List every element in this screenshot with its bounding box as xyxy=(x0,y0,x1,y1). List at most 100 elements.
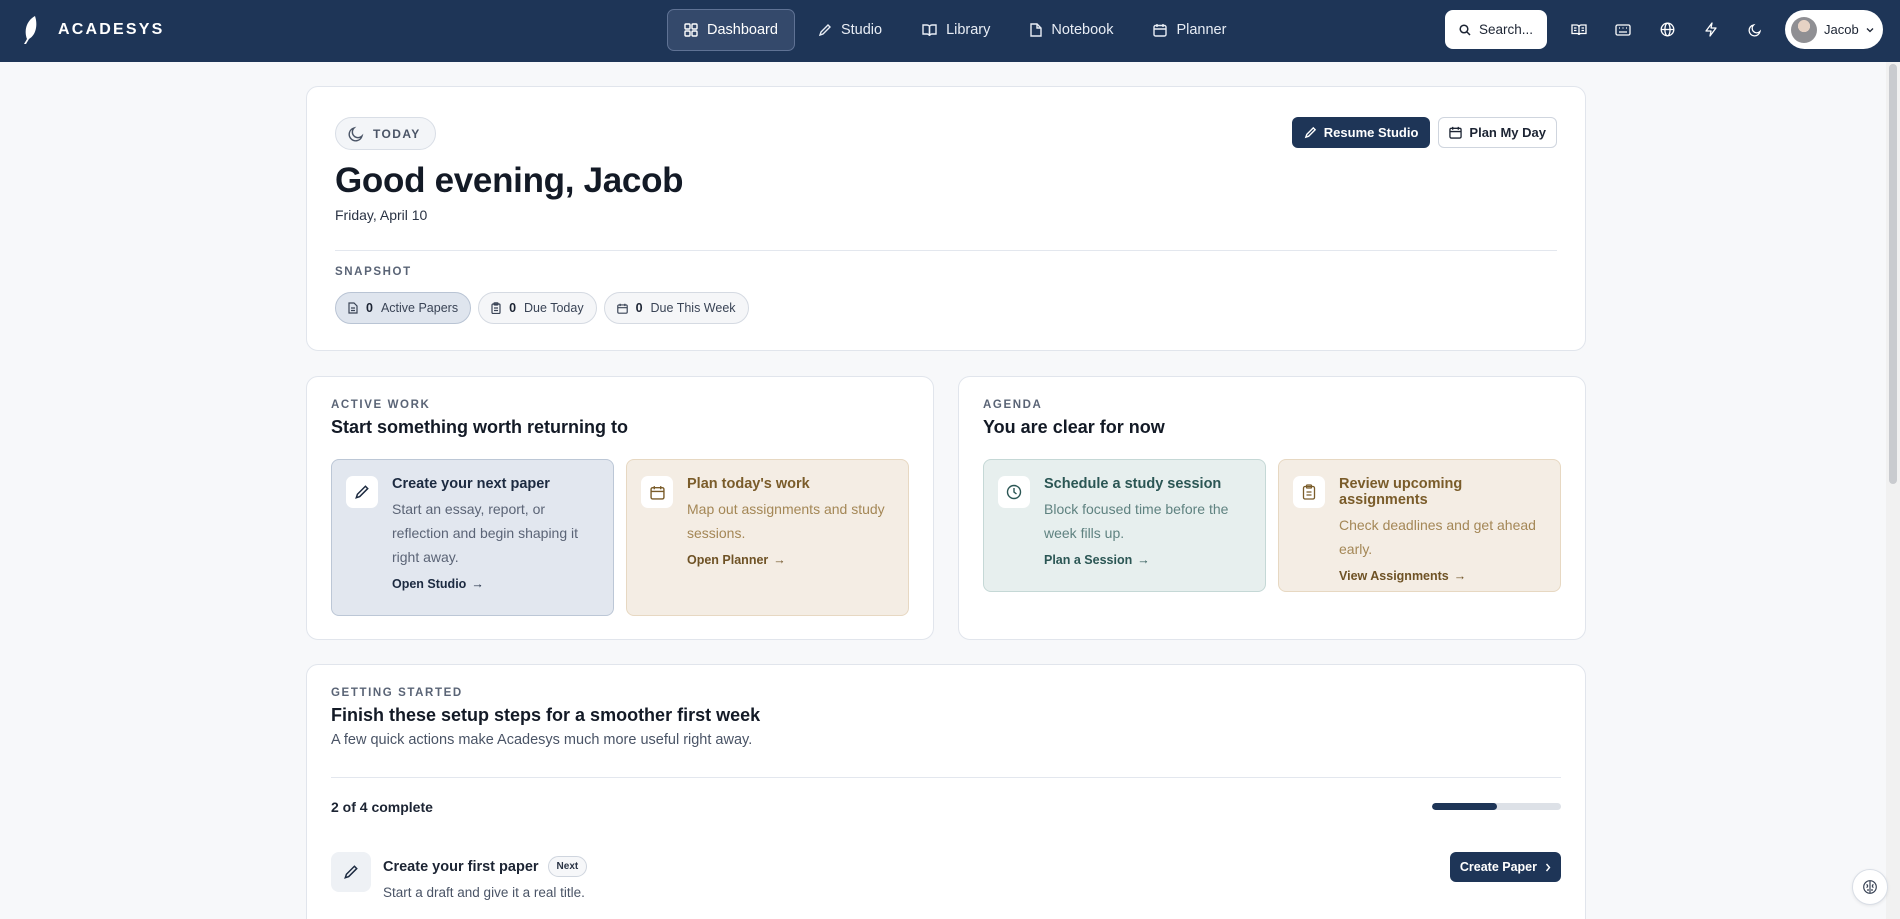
search-button[interactable]: Search... xyxy=(1445,10,1547,49)
clock-icon xyxy=(1006,484,1022,500)
section-title: You are clear for now xyxy=(983,417,1165,437)
avatar xyxy=(1791,16,1817,43)
plan-my-day-button[interactable]: Plan My Day xyxy=(1438,117,1557,148)
quill-logo-icon xyxy=(24,16,37,44)
chip-due-today[interactable]: 0 Due Today xyxy=(478,292,597,324)
progress-text: 2 of 4 complete xyxy=(331,799,433,815)
view-assignments-link[interactable]: View Assignments → xyxy=(1339,569,1544,583)
plan-work-tile[interactable]: Plan today's work Map out assignments an… xyxy=(626,459,909,616)
document-icon xyxy=(348,302,358,314)
open-book-icon xyxy=(1571,23,1587,35)
theme-toggle-button[interactable] xyxy=(1733,10,1777,49)
pen-icon xyxy=(355,485,369,499)
resume-studio-button[interactable]: Resume Studio xyxy=(1291,117,1431,148)
tab-planner[interactable]: Planner xyxy=(1136,9,1243,51)
book-icon xyxy=(922,24,937,37)
open-studio-link[interactable]: Open Studio → xyxy=(392,577,597,591)
create-paper-tile[interactable]: Create your next paper Start an essay, r… xyxy=(331,459,614,616)
open-planner-link[interactable]: Open Planner → xyxy=(687,553,892,567)
hero-actions: Resume Studio Plan My Day xyxy=(1291,117,1557,148)
user-menu[interactable]: Jacob xyxy=(1785,10,1883,49)
next-badge: Next xyxy=(547,856,588,877)
reader-button[interactable] xyxy=(1557,10,1601,49)
create-paper-button[interactable]: Create Paper xyxy=(1449,852,1561,882)
progress-fill xyxy=(1432,803,1497,810)
section-title: Finish these setup steps for a smoother … xyxy=(331,705,761,725)
chip-due-this-week[interactable]: 0 Due This Week xyxy=(603,292,749,324)
section-eyebrow: GETTING STARTED xyxy=(331,687,463,699)
tile-description: Check deadlines and get ahead early. xyxy=(1339,517,1536,557)
tab-label: Dashboard xyxy=(707,22,778,38)
help-button[interactable] xyxy=(1852,869,1888,905)
section-eyebrow: AGENDA xyxy=(983,399,1043,411)
greeting-card: TODAY Good evening, Jacob Friday, April … xyxy=(306,86,1586,351)
search-label: Search... xyxy=(1478,22,1534,37)
calendar-icon xyxy=(649,485,665,500)
section-subtitle: A few quick actions make Acadesys much m… xyxy=(331,732,753,748)
arrow-right-icon: → xyxy=(1453,569,1467,583)
section-title: Start something worth returning to xyxy=(331,417,628,437)
keyboard-button[interactable] xyxy=(1601,10,1645,49)
calendar-icon xyxy=(1449,126,1463,139)
review-assignments-tile[interactable]: Review upcoming assignments Check deadli… xyxy=(1278,459,1561,592)
step-title-text: Create your first paper xyxy=(383,858,539,875)
tab-label: Library xyxy=(946,22,991,38)
chip-count: 0 xyxy=(635,301,643,315)
page-scrollbar[interactable] xyxy=(1886,62,1900,919)
quick-actions-button[interactable] xyxy=(1689,10,1733,49)
chip-label: Active Papers xyxy=(380,301,459,315)
tab-library[interactable]: Library xyxy=(905,9,1007,51)
step-description: Start a draft and give it a real title. xyxy=(383,885,585,900)
resume-studio-label: Resume Studio xyxy=(1323,125,1419,140)
tab-label: Planner xyxy=(1176,22,1227,38)
today-pill: TODAY xyxy=(335,117,436,150)
arrow-right-icon: → xyxy=(1137,553,1150,567)
agenda-card: AGENDA You are clear for now Schedule a … xyxy=(958,376,1586,640)
chip-count: 0 xyxy=(366,301,373,315)
divider xyxy=(331,777,1561,778)
tile-description: Start an essay, report, or reflection an… xyxy=(392,501,579,565)
scrollbar-thumb[interactable] xyxy=(1889,64,1897,484)
tile-icon xyxy=(641,476,673,508)
tile-icon xyxy=(346,476,378,508)
active-work-card: ACTIVE WORK Start something worth return… xyxy=(306,376,934,640)
globe-icon xyxy=(1660,22,1674,37)
tile-icon xyxy=(998,476,1030,508)
file-icon xyxy=(1030,23,1043,37)
main-tabs: Dashboard Studio Library Notebook Planne… xyxy=(667,9,1243,51)
user-name: Jacob xyxy=(1824,22,1859,37)
plan-session-link[interactable]: Plan a Session → xyxy=(1044,553,1249,567)
tile-icon xyxy=(1293,476,1325,508)
link-label: Open Planner xyxy=(687,553,769,567)
tab-label: Notebook xyxy=(1051,22,1114,38)
language-button[interactable] xyxy=(1645,10,1689,49)
schedule-session-tile[interactable]: Schedule a study session Block focused t… xyxy=(983,459,1266,592)
tile-description: Map out assignments and study sessions. xyxy=(687,501,885,541)
pen-icon xyxy=(818,24,831,37)
calendar-icon xyxy=(616,303,628,314)
tile-title: Schedule a study session xyxy=(1044,476,1222,492)
arrow-right-icon: → xyxy=(773,553,786,567)
tile-title: Plan today's work xyxy=(687,476,810,492)
chip-count: 0 xyxy=(509,301,517,315)
pen-icon xyxy=(1304,126,1316,139)
tab-dashboard[interactable]: Dashboard xyxy=(667,9,795,51)
brand[interactable]: ACADESYS xyxy=(20,15,165,45)
brand-name: ACADESYS xyxy=(58,21,165,38)
today-label: TODAY xyxy=(373,126,421,141)
tab-studio[interactable]: Studio xyxy=(801,9,899,51)
brain-icon xyxy=(1863,880,1877,894)
top-nav: ACADESYS Dashboard Studio Library Notebo… xyxy=(0,0,1900,62)
chevron-down-icon xyxy=(1866,27,1874,32)
section-eyebrow: ACTIVE WORK xyxy=(331,399,431,411)
chip-active-papers[interactable]: 0 Active Papers xyxy=(335,292,472,324)
divider xyxy=(335,250,1557,251)
grid-icon xyxy=(684,23,698,37)
snapshot-chips: 0 Active Papers 0 Due Today 0 Due This W… xyxy=(335,292,749,324)
getting-started-card: GETTING STARTED Finish these setup steps… xyxy=(306,664,1586,919)
current-date: Friday, April 10 xyxy=(335,207,428,223)
pen-icon xyxy=(344,865,358,879)
step-icon xyxy=(331,852,371,892)
arrow-right-icon: → xyxy=(471,577,484,591)
tab-notebook[interactable]: Notebook xyxy=(1013,9,1130,51)
